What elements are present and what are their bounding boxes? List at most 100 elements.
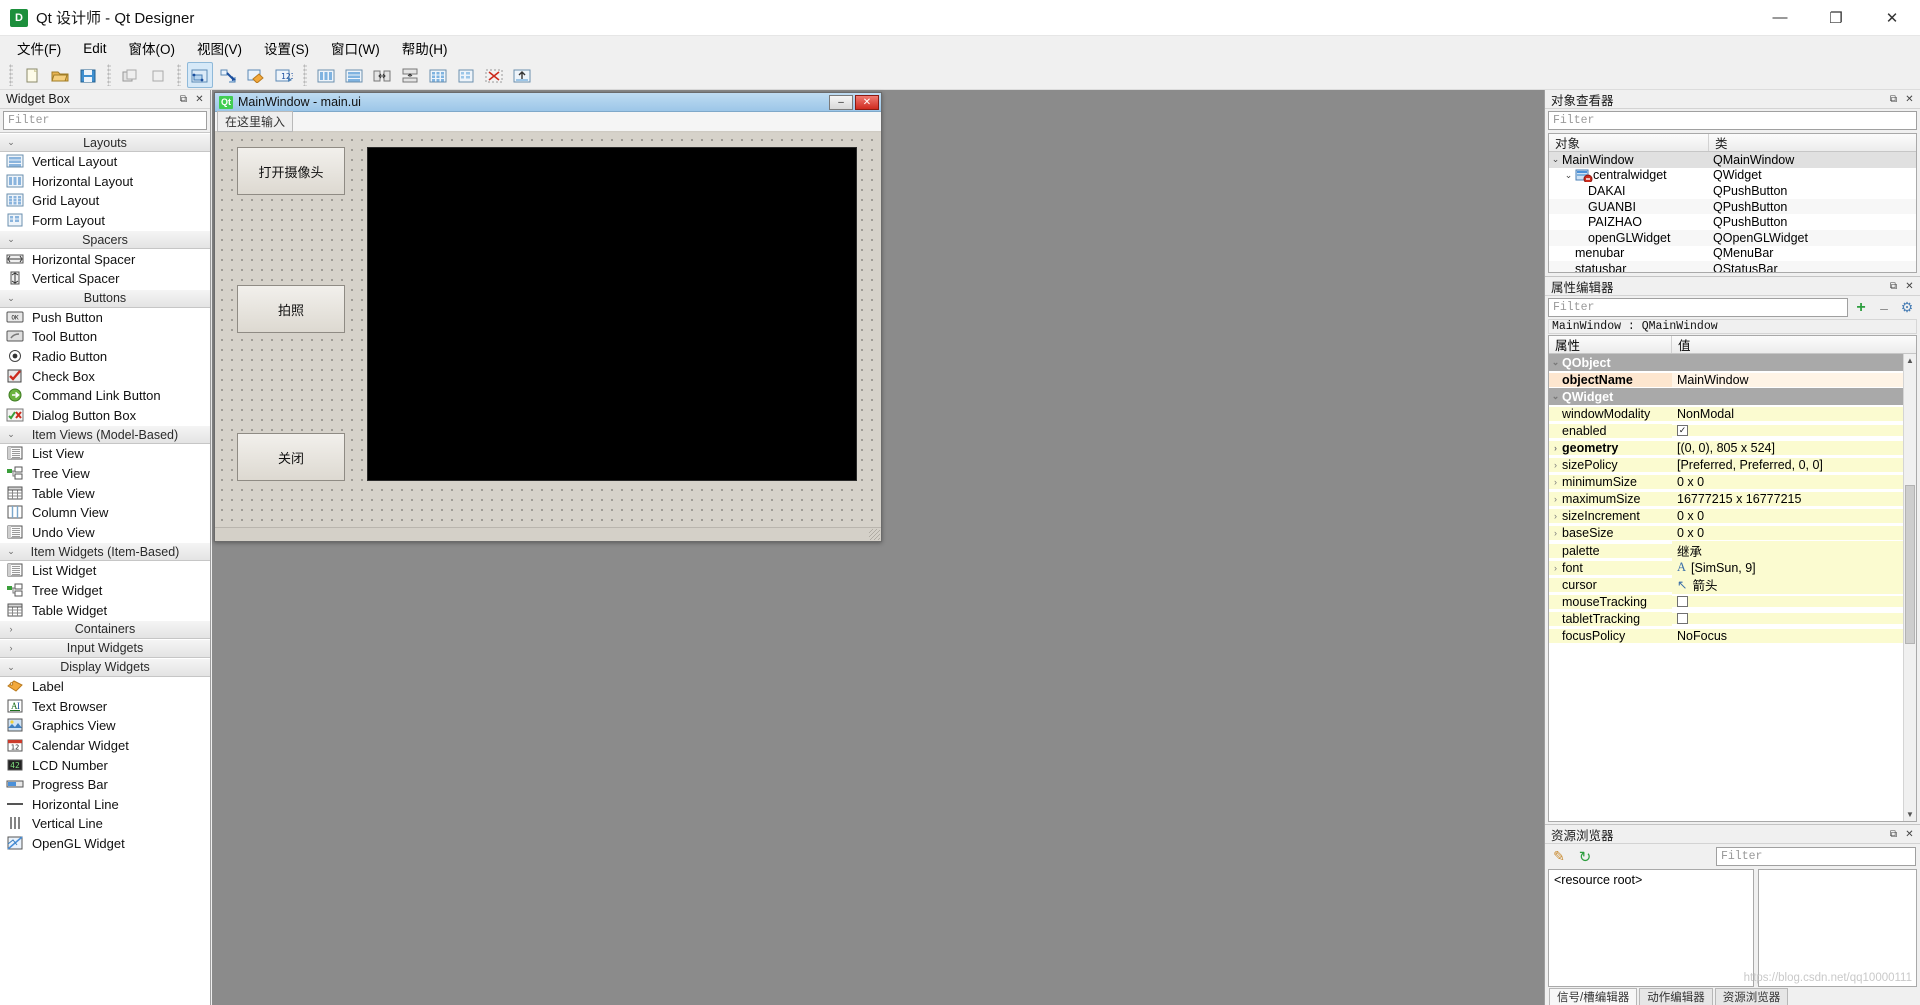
resource-browser-close-icon[interactable]: ✕ bbox=[1903, 828, 1916, 841]
property-row[interactable]: › maximumSize 16777215 x 16777215 bbox=[1549, 491, 1916, 508]
minimize-button[interactable]: — bbox=[1752, 0, 1808, 36]
menu-form[interactable]: 窗体(O) bbox=[118, 35, 187, 61]
object-tree-row[interactable]: menubar QMenuBar bbox=[1549, 246, 1916, 262]
maximize-button[interactable]: ❐ bbox=[1808, 0, 1864, 36]
layout-horizontally-icon[interactable] bbox=[313, 62, 339, 88]
form-close-button[interactable]: ✕ bbox=[855, 94, 879, 110]
design-canvas[interactable]: Qt MainWindow - main.ui – ✕ 在这里输入 打开摄像头 … bbox=[212, 90, 1544, 1005]
widget-item-grid-layout[interactable]: Grid Layout bbox=[0, 191, 210, 211]
layout-form-icon[interactable] bbox=[453, 62, 479, 88]
close-button[interactable]: ✕ bbox=[1864, 0, 1920, 36]
widget-box-filter-input[interactable]: Filter bbox=[3, 111, 207, 130]
property-row[interactable]: objectName MainWindow bbox=[1549, 371, 1916, 388]
property-row[interactable]: enabled ✓ bbox=[1549, 422, 1916, 439]
property-row[interactable]: windowModality NonModal bbox=[1549, 405, 1916, 422]
form-minimize-button[interactable]: – bbox=[829, 94, 853, 110]
scroll-up-arrow-icon[interactable]: ▲ bbox=[1904, 354, 1916, 367]
chevron-right-icon[interactable]: › bbox=[1549, 494, 1562, 504]
property-row[interactable]: palette 继承 bbox=[1549, 541, 1916, 561]
chevron-down-icon[interactable]: ⌄ bbox=[1549, 357, 1562, 368]
resource-browser-filter-input[interactable]: Filter bbox=[1716, 847, 1916, 866]
form-opengl-widget[interactable] bbox=[367, 147, 857, 481]
property-row[interactable]: cursor ↖ 箭头 bbox=[1549, 575, 1916, 595]
save-form-icon[interactable] bbox=[75, 62, 101, 88]
widget-group-buttons[interactable]: ⌄ Buttons bbox=[0, 288, 210, 308]
toolbar-grip[interactable] bbox=[107, 63, 111, 86]
property-row[interactable]: mouseTracking bbox=[1549, 593, 1916, 610]
edit-signals-slots-icon[interactable] bbox=[215, 62, 241, 88]
open-form-icon[interactable] bbox=[47, 62, 73, 88]
property-col-value[interactable]: 值 bbox=[1672, 336, 1697, 353]
widget-box-float-icon[interactable]: ⧉ bbox=[177, 93, 190, 106]
configure-property-editor-icon[interactable]: ⚙ bbox=[1897, 298, 1917, 317]
widget-item-list-widget[interactable]: List Widget bbox=[0, 561, 210, 581]
dock-tab[interactable]: 动作编辑器 bbox=[1639, 988, 1713, 1005]
property-editor-filter-input[interactable]: Filter bbox=[1548, 298, 1848, 317]
toolbar-grip[interactable] bbox=[303, 63, 307, 86]
layout-splitter-v-icon[interactable] bbox=[397, 62, 423, 88]
object-inspector-float-icon[interactable]: ⧉ bbox=[1887, 93, 1900, 106]
widget-item-form-layout[interactable]: Form Layout bbox=[0, 210, 210, 231]
resource-browser-float-icon[interactable]: ⧉ bbox=[1887, 828, 1900, 841]
widget-item-tool-button[interactable]: Tool Button bbox=[0, 327, 210, 347]
form-window[interactable]: Qt MainWindow - main.ui – ✕ 在这里输入 打开摄像头 … bbox=[214, 92, 882, 542]
chevron-right-icon[interactable]: › bbox=[1549, 511, 1562, 521]
break-layout-icon[interactable] bbox=[481, 62, 507, 88]
chevron-right-icon[interactable]: › bbox=[1549, 528, 1562, 538]
widget-item-push-button[interactable]: OK Push Button bbox=[0, 307, 210, 328]
dock-tab[interactable]: 信号/槽编辑器 bbox=[1549, 988, 1638, 1005]
menu-file[interactable]: 文件(F) bbox=[6, 35, 72, 61]
new-form-icon[interactable] bbox=[19, 62, 45, 88]
property-row[interactable]: › font A [SimSun, 9] bbox=[1549, 559, 1916, 576]
object-tree-row[interactable]: PAIZHAO QPushButton bbox=[1549, 214, 1916, 230]
chevron-down-icon[interactable]: ⌄ bbox=[1549, 154, 1562, 165]
widget-item-vertical-line[interactable]: Vertical Line bbox=[0, 814, 210, 834]
widget-item-list-view[interactable]: List View bbox=[0, 444, 210, 464]
menu-settings[interactable]: 设置(S) bbox=[253, 35, 320, 61]
widget-item-table-widget[interactable]: Table Widget bbox=[0, 600, 210, 620]
property-row[interactable]: › sizeIncrement 0 x 0 bbox=[1549, 508, 1916, 525]
form-button-guanbi[interactable]: 关闭 bbox=[237, 433, 345, 481]
property-row[interactable]: ⌄ QObject bbox=[1549, 354, 1916, 372]
widget-item-undo-view[interactable]: Undo View bbox=[0, 522, 210, 543]
edit-buddies-icon[interactable] bbox=[243, 62, 269, 88]
property-row[interactable]: ⌄ QWidget bbox=[1549, 388, 1916, 406]
bottom-dock-tabs[interactable]: 信号/槽编辑器 动作编辑器 资源浏览器 bbox=[1545, 988, 1920, 1005]
object-tree-col-class[interactable]: 类 bbox=[1709, 134, 1734, 151]
property-checkbox[interactable] bbox=[1677, 596, 1688, 608]
toolbar-grip[interactable] bbox=[177, 63, 181, 86]
object-tree-row[interactable]: statusbar QStatusBar bbox=[1549, 261, 1916, 272]
form-menubar[interactable]: 在这里输入 bbox=[215, 111, 881, 132]
menu-help[interactable]: 帮助(H) bbox=[391, 35, 459, 61]
menu-edit[interactable]: Edit bbox=[72, 38, 117, 59]
property-table-scrollbar[interactable]: ▲ ▼ bbox=[1903, 354, 1916, 821]
edit-widgets-icon[interactable] bbox=[187, 61, 213, 88]
widget-item-lcd-number[interactable]: 42 LCD Number bbox=[0, 755, 210, 775]
dock-tab[interactable]: 资源浏览器 bbox=[1714, 988, 1789, 1005]
widget-item-text-browser[interactable]: A I Text Browser bbox=[0, 696, 210, 717]
widget-item-calendar-widget[interactable]: 12 Calendar Widget bbox=[0, 735, 210, 756]
scroll-down-arrow-icon[interactable]: ▼ bbox=[1904, 808, 1916, 821]
property-editor-float-icon[interactable]: ⧉ bbox=[1887, 280, 1900, 293]
object-tree-row[interactable]: ⌄ MainWindow QMainWindow bbox=[1549, 152, 1916, 168]
form-central-widget[interactable]: 打开摄像头 拍照 关闭 bbox=[215, 133, 881, 527]
widget-item-progress-bar[interactable]: Progress Bar bbox=[0, 774, 210, 795]
widget-item-label[interactable]: Label bbox=[0, 676, 210, 697]
widget-item-opengl-widget[interactable]: OpenGL Widget bbox=[0, 833, 210, 854]
widget-group-containers[interactable]: › Containers bbox=[0, 619, 210, 639]
edit-resources-icon[interactable]: ✎ bbox=[1549, 847, 1569, 866]
layout-splitter-h-icon[interactable] bbox=[369, 62, 395, 88]
widget-item-check-box[interactable]: Check Box bbox=[0, 366, 210, 386]
widget-item-tree-view[interactable]: Tree View bbox=[0, 463, 210, 484]
widget-item-vertical-layout[interactable]: Vertical Layout bbox=[0, 152, 210, 172]
widget-group-spacers[interactable]: ⌄ Spacers bbox=[0, 230, 210, 250]
form-button-dakai[interactable]: 打开摄像头 bbox=[237, 147, 345, 195]
widget-item-table-view[interactable]: Table View bbox=[0, 483, 210, 503]
property-row[interactable]: › baseSize 0 x 0 bbox=[1549, 525, 1916, 542]
property-checkbox[interactable] bbox=[1677, 613, 1688, 625]
redo-icon[interactable] bbox=[145, 62, 171, 88]
chevron-right-icon[interactable]: › bbox=[1549, 443, 1562, 453]
chevron-right-icon[interactable]: › bbox=[1549, 563, 1562, 573]
widget-group-item-views-model-based[interactable]: ⌄ Item Views (Model-Based) bbox=[0, 425, 210, 445]
scrollbar-thumb[interactable] bbox=[1905, 484, 1915, 644]
